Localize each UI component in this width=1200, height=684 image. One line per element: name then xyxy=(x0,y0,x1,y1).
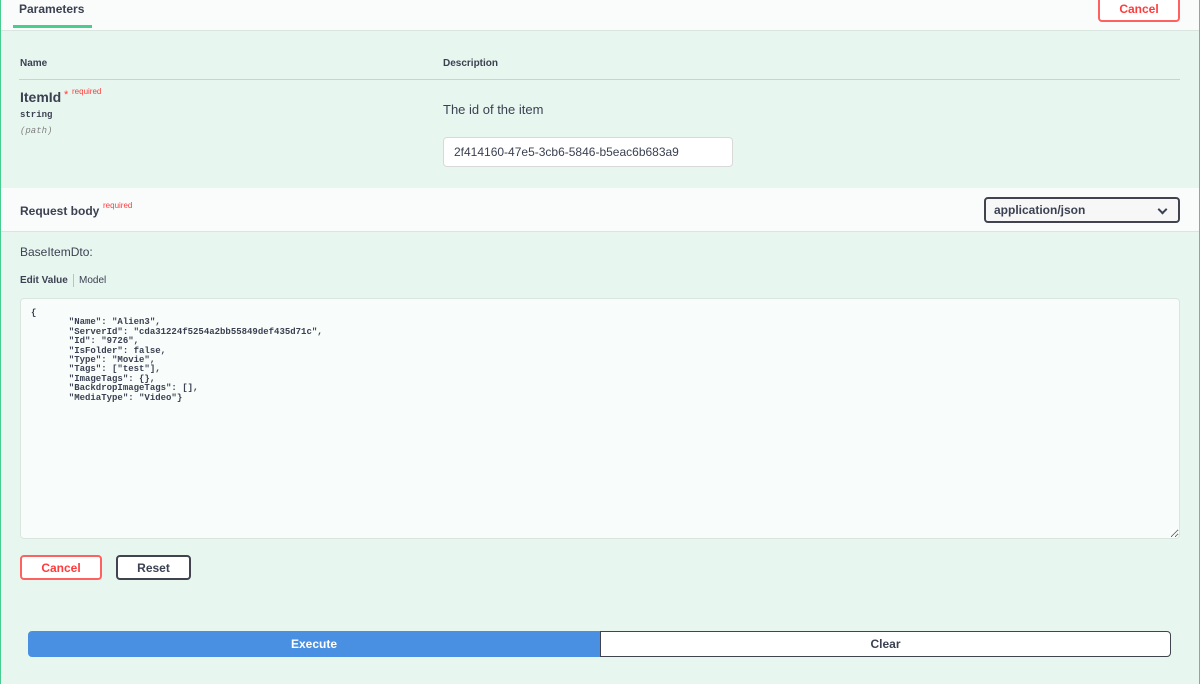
request-body-title: Request body xyxy=(20,204,100,218)
cancel-button[interactable]: Cancel xyxy=(20,555,102,580)
parameter-description: The id of the item xyxy=(443,102,544,117)
tab-model[interactable]: Model xyxy=(79,275,106,286)
required-star: * xyxy=(64,89,69,101)
tab-edit-value[interactable]: Edit Value xyxy=(20,275,68,286)
chevron-down-icon xyxy=(1157,204,1168,215)
content-type-select[interactable]: application/json xyxy=(984,197,1180,223)
execute-button[interactable]: Execute xyxy=(28,631,600,657)
try-it-out-panel: Parameters Cancel Name Description ItemI… xyxy=(0,0,1200,684)
parameters-section-header: Parameters Cancel xyxy=(1,0,1199,31)
request-body-required-label: required xyxy=(103,201,133,210)
parameter-location: (path) xyxy=(20,126,53,136)
cancel-try-out-button[interactable]: Cancel xyxy=(1098,0,1180,22)
itemid-input[interactable] xyxy=(443,137,733,167)
required-label: required xyxy=(72,87,102,96)
parameter-type: string xyxy=(20,110,53,120)
clear-button[interactable]: Clear xyxy=(600,631,1171,657)
parameter-name: ItemId xyxy=(20,89,62,105)
request-body-header: Request body required application/json xyxy=(1,188,1199,232)
request-body-editor[interactable]: { "Name": "Alien3", "ServerId": "cda3122… xyxy=(20,298,1180,539)
content-type-value: application/json xyxy=(994,203,1086,217)
schema-name: BaseItemDto: xyxy=(20,245,93,259)
tab-parameters[interactable]: Parameters xyxy=(13,0,92,28)
column-header-description: Description xyxy=(443,58,499,69)
table-header-divider xyxy=(19,79,1180,80)
tab-divider xyxy=(73,274,74,287)
column-header-name: Name xyxy=(20,58,48,69)
reset-button[interactable]: Reset xyxy=(116,555,191,580)
